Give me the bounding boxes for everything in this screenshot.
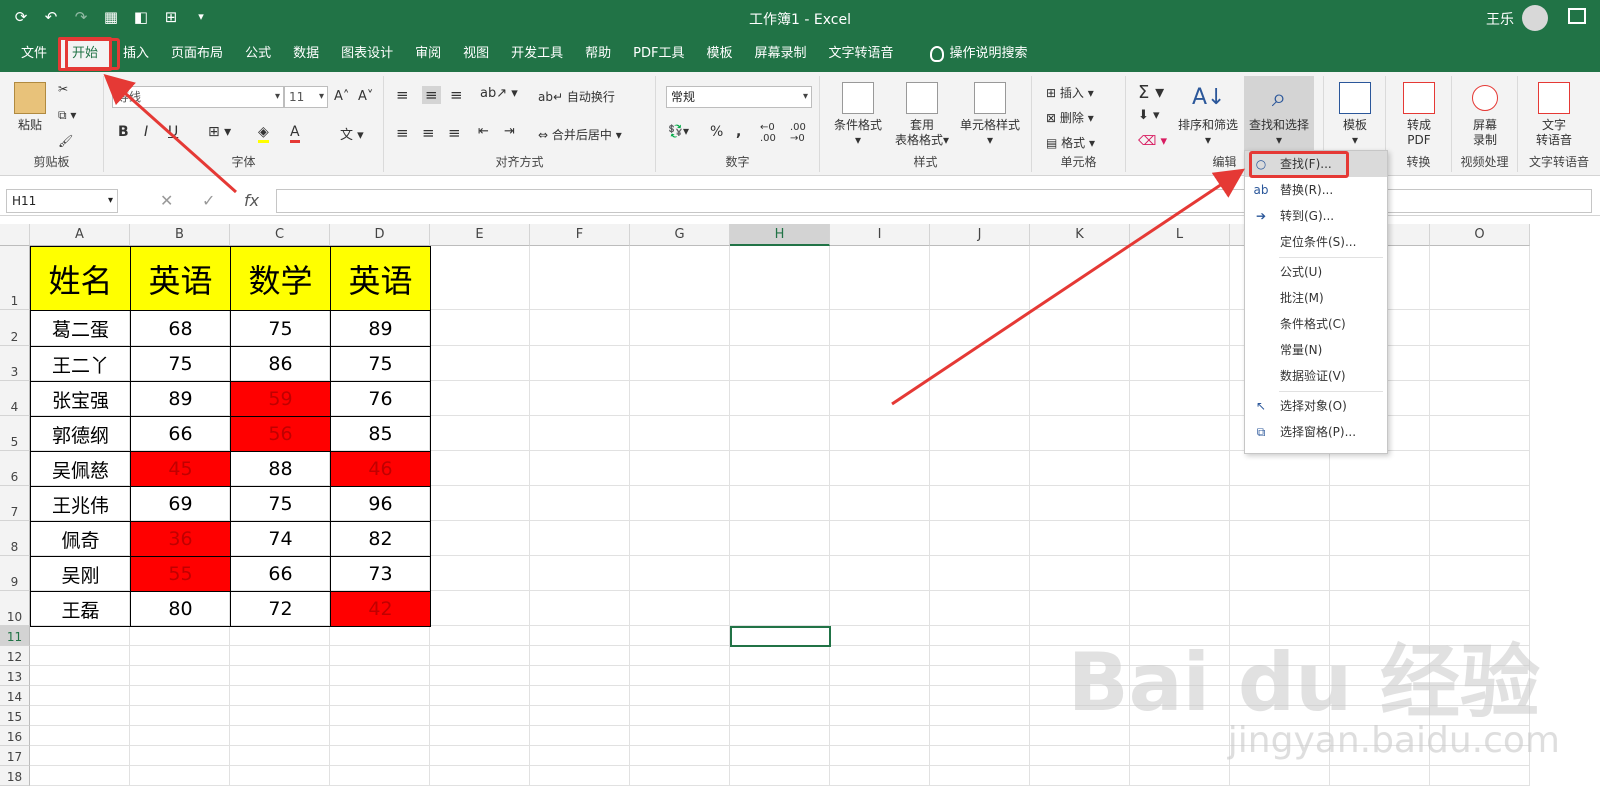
- annotation-arrows: [103, 74, 1245, 406]
- arrow-to-home-tab: [103, 74, 237, 194]
- arrow-to-find-item: [891, 168, 1245, 406]
